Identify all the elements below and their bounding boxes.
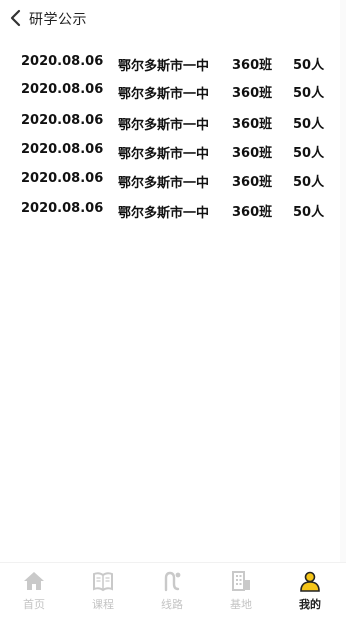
record-date: 2020.08.06 — [21, 142, 104, 157]
page-title: 研学公示 — [29, 12, 87, 28]
back-button[interactable] — [7, 8, 25, 28]
record-date: 2020.08.06 — [21, 113, 104, 128]
record-class: 360班 — [232, 175, 273, 190]
home-icon — [24, 572, 44, 590]
tab-label: 线路 — [161, 598, 183, 611]
scroll-edge — [340, 0, 346, 616]
user-icon — [300, 571, 320, 592]
tab-mine[interactable]: 我的 — [283, 567, 337, 615]
record-school: 鄂尔多斯市一中 — [118, 176, 210, 191]
record-school: 鄂尔多斯市一中 — [118, 59, 210, 74]
record-class: 360班 — [232, 205, 273, 220]
record-school: 鄂尔多斯市一中 — [118, 206, 210, 221]
record-class: 360班 — [232, 117, 273, 132]
record-class: 360班 — [232, 146, 273, 161]
tab-bases[interactable]: 基地 — [214, 567, 268, 615]
bottom-tab-bar: 首页 课程 线路 基地 我的 — [0, 562, 346, 617]
record-count: 50人 — [293, 58, 325, 73]
record-class: 360班 — [232, 86, 273, 101]
tab-routes[interactable]: 线路 — [145, 567, 199, 615]
record-date: 2020.08.06 — [21, 82, 104, 97]
record-count: 50人 — [293, 86, 325, 101]
record-school: 鄂尔多斯市一中 — [118, 87, 210, 102]
tab-label: 我的 — [299, 598, 321, 611]
record-count: 50人 — [293, 175, 325, 190]
record-school: 鄂尔多斯市一中 — [118, 118, 210, 133]
record-school: 鄂尔多斯市一中 — [118, 147, 210, 162]
tab-home[interactable]: 首页 — [7, 567, 61, 615]
tab-label: 首页 — [23, 598, 45, 611]
record-date: 2020.08.06 — [21, 171, 104, 186]
header: 研学公示 — [0, 0, 346, 36]
record-count: 50人 — [293, 205, 325, 220]
tab-label: 基地 — [230, 598, 252, 611]
route-icon — [164, 571, 181, 592]
chevron-left-icon — [10, 9, 21, 27]
record-class: 360班 — [232, 58, 273, 73]
tab-label: 课程 — [92, 598, 114, 611]
record-count: 50人 — [293, 117, 325, 132]
record-date: 2020.08.06 — [21, 201, 104, 216]
record-count: 50人 — [293, 146, 325, 161]
record-date: 2020.08.06 — [21, 54, 104, 69]
building-icon — [232, 571, 250, 591]
book-icon — [93, 572, 113, 592]
tab-courses[interactable]: 课程 — [76, 567, 130, 615]
